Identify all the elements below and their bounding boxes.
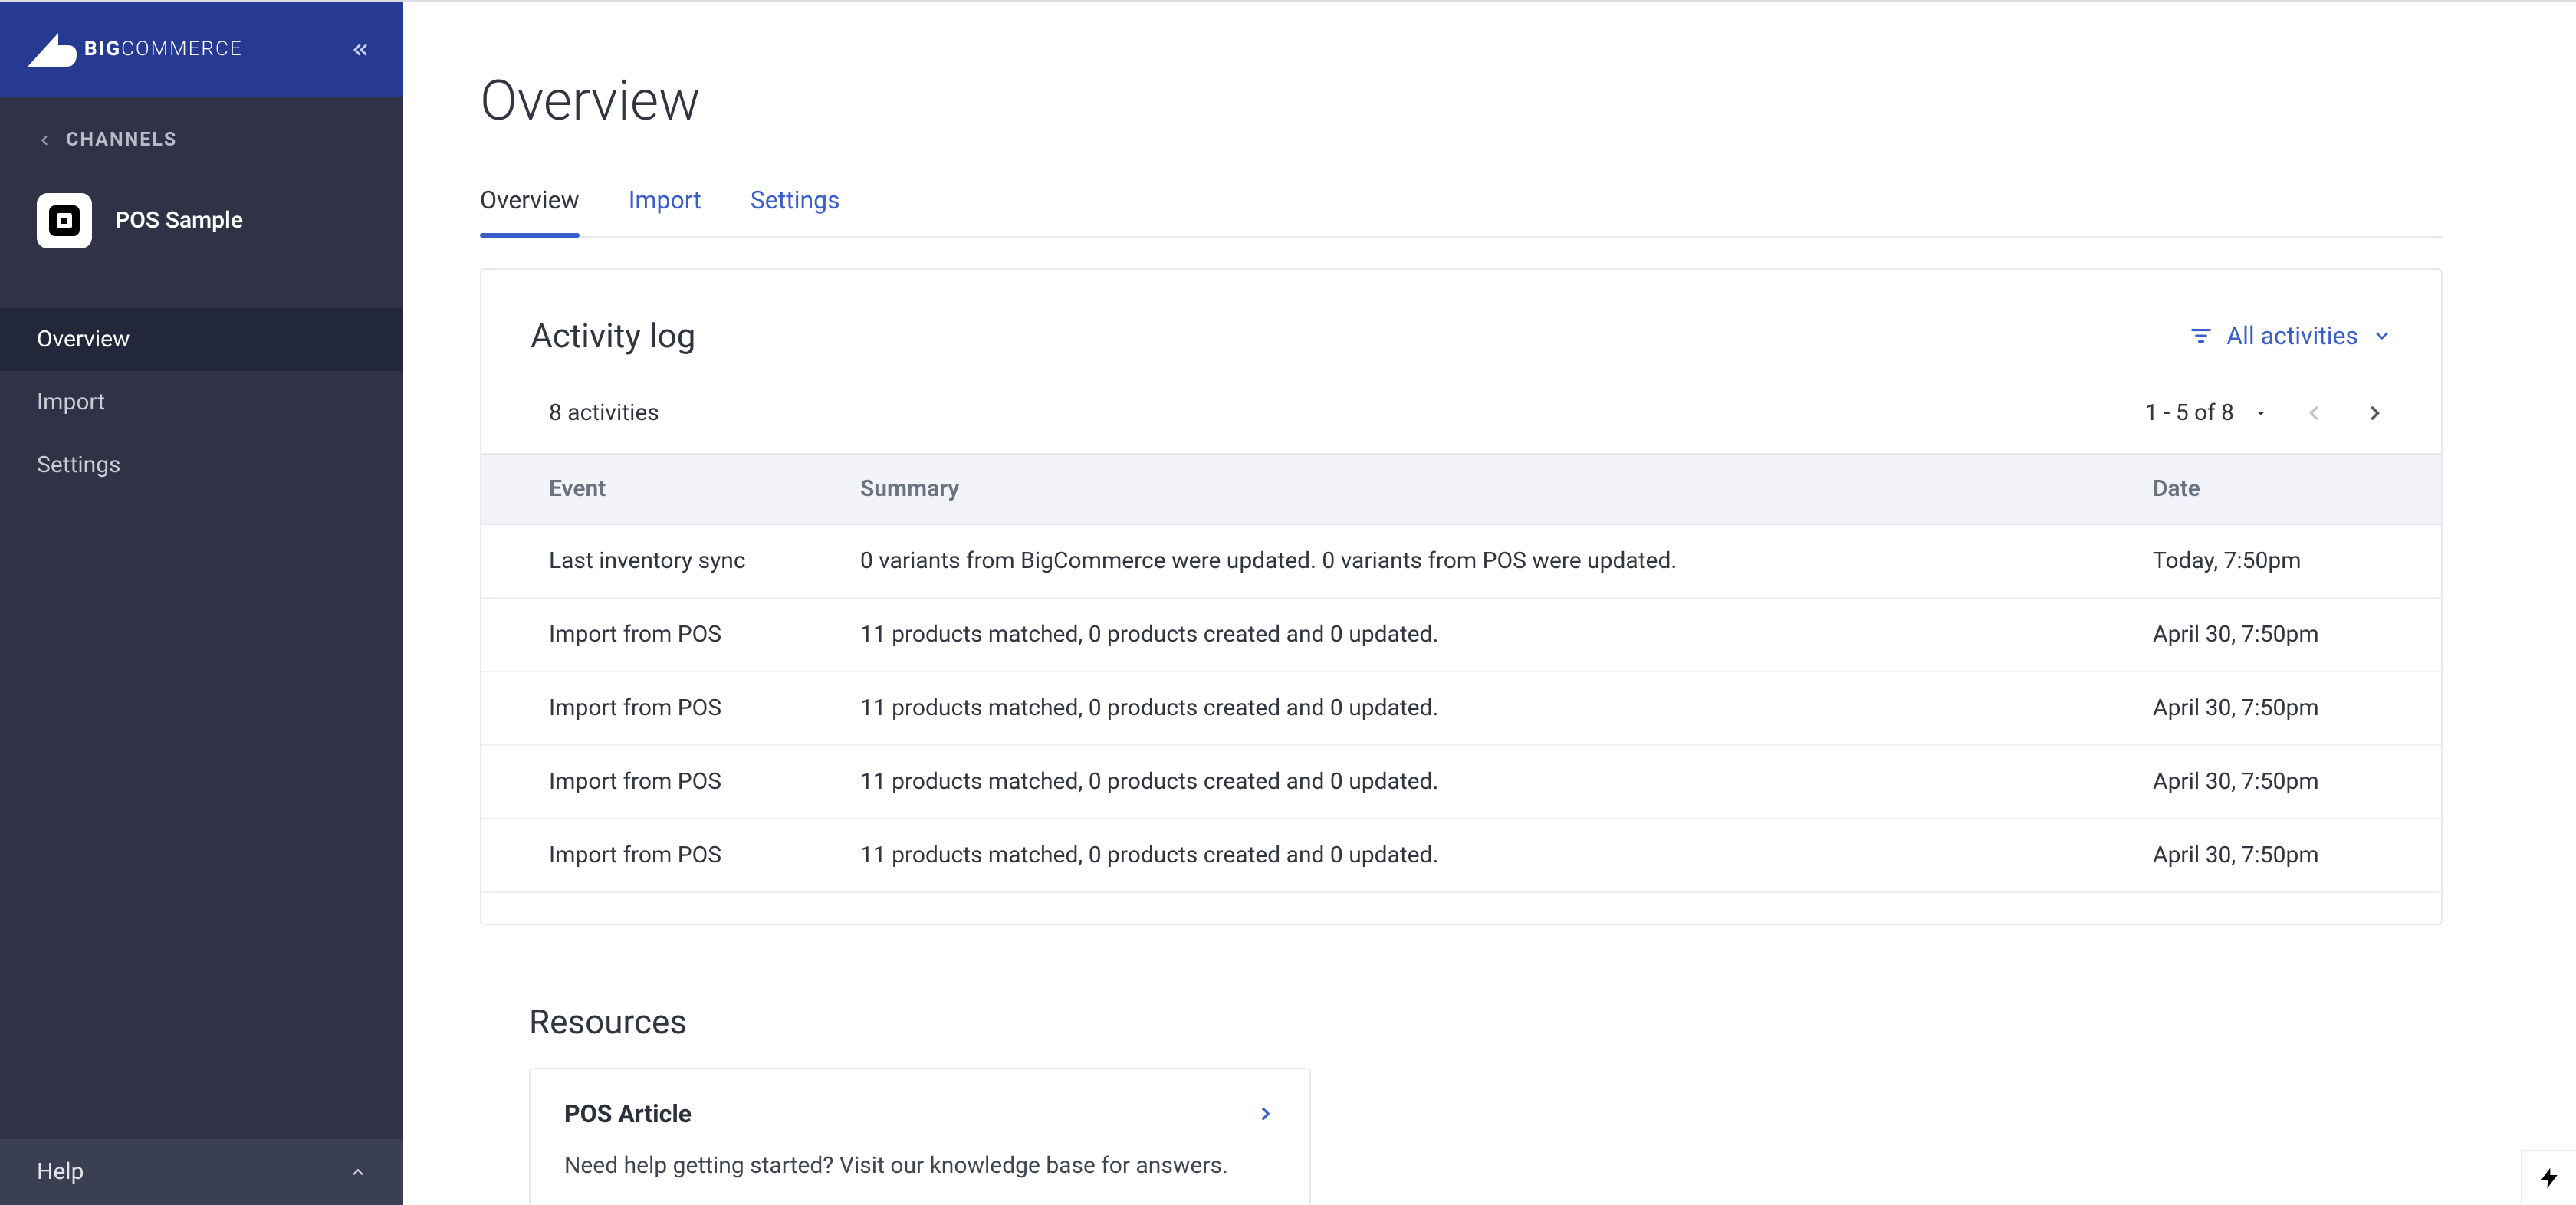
pager-range-label: 1 - 5 of 8 bbox=[2145, 397, 2234, 429]
channel-item-pos-sample[interactable]: POS Sample bbox=[0, 179, 403, 262]
tabs: Overview Import Settings bbox=[480, 183, 2443, 238]
cell-summary: 11 products matched, 0 products created … bbox=[842, 819, 2134, 892]
col-header-date: Date bbox=[2134, 454, 2441, 524]
channels-label: CHANNELS bbox=[66, 126, 177, 153]
cell-event: Import from POS bbox=[481, 598, 842, 671]
cell-event: Import from POS bbox=[481, 745, 842, 819]
table-row: Import from POS 11 products matched, 0 p… bbox=[481, 598, 2441, 671]
cell-date: April 30, 7:50pm bbox=[2134, 598, 2441, 671]
activity-filter-label: All activities bbox=[2226, 319, 2358, 353]
cell-date: Today, 7:50pm bbox=[2134, 524, 2441, 598]
activity-log-title: Activity log bbox=[531, 313, 695, 360]
tab-overview[interactable]: Overview bbox=[480, 183, 580, 236]
filter-icon bbox=[2190, 324, 2213, 347]
col-header-event: Event bbox=[481, 454, 842, 524]
page-title: Overview bbox=[480, 63, 2443, 140]
chevron-down-icon bbox=[2372, 326, 2392, 346]
activity-filter-button[interactable]: All activities bbox=[2190, 319, 2392, 353]
activity-count: 8 activities bbox=[549, 397, 659, 429]
help-label: Help bbox=[37, 1156, 84, 1188]
resource-card-pos-article[interactable]: POS Article Need help getting started? V… bbox=[529, 1068, 1311, 1205]
pager-prev-button[interactable] bbox=[2297, 396, 2331, 430]
resource-card-title: POS Article bbox=[564, 1097, 692, 1131]
table-row: Import from POS 11 products matched, 0 p… bbox=[481, 819, 2441, 892]
collapse-sidebar-button[interactable] bbox=[345, 34, 376, 65]
activity-table: Event Summary Date Last inventory sync 0… bbox=[481, 453, 2441, 893]
table-row: Import from POS 11 products matched, 0 p… bbox=[481, 745, 2441, 819]
activity-log-card: Activity log All activities 8 activities bbox=[480, 268, 2443, 926]
chevron-up-icon bbox=[350, 1164, 366, 1180]
chevron-right-icon bbox=[1256, 1104, 1276, 1124]
pager-range-select[interactable]: 1 - 5 of 8 bbox=[2145, 397, 2269, 429]
sidebar: BIGCOMMERCE CHANNELS bbox=[0, 2, 403, 1205]
breadcrumb-channels[interactable]: CHANNELS bbox=[0, 126, 403, 179]
main-content: Overview Overview Import Settings Activi… bbox=[403, 2, 2576, 1205]
lightning-badge[interactable] bbox=[2521, 1150, 2576, 1205]
cell-summary: 11 products matched, 0 products created … bbox=[842, 598, 2134, 671]
pager-next-button[interactable] bbox=[2358, 396, 2392, 430]
col-header-summary: Summary bbox=[842, 454, 2134, 524]
cell-event: Import from POS bbox=[481, 671, 842, 745]
bolt-icon bbox=[2537, 1166, 2561, 1190]
channel-name: POS Sample bbox=[115, 205, 243, 237]
chevron-left-icon bbox=[2303, 402, 2325, 424]
sidebar-body: CHANNELS POS Sample Overview Import Sett… bbox=[0, 97, 403, 515]
table-row: Last inventory sync 0 variants from BigC… bbox=[481, 524, 2441, 598]
tab-settings[interactable]: Settings bbox=[751, 183, 840, 236]
bigcommerce-mark-icon bbox=[28, 33, 77, 67]
cell-summary: 0 variants from BigCommerce were updated… bbox=[842, 524, 2134, 598]
chevron-right-icon bbox=[2364, 402, 2386, 424]
sidebar-nav-import[interactable]: Import bbox=[0, 371, 403, 434]
cell-date: April 30, 7:50pm bbox=[2134, 671, 2441, 745]
cell-event: Last inventory sync bbox=[481, 524, 842, 598]
sidebar-nav-settings[interactable]: Settings bbox=[0, 434, 403, 497]
cell-date: April 30, 7:50pm bbox=[2134, 819, 2441, 892]
cell-summary: 11 products matched, 0 products created … bbox=[842, 745, 2134, 819]
resources-section: Resources POS Article Need help getting … bbox=[480, 962, 2443, 1205]
caret-down-icon bbox=[2252, 405, 2269, 422]
square-pos-icon bbox=[37, 193, 92, 248]
sidebar-nav: Overview Import Settings bbox=[0, 308, 403, 497]
cell-summary: 11 products matched, 0 products created … bbox=[842, 671, 2134, 745]
sidebar-footer-help[interactable]: Help bbox=[0, 1139, 403, 1205]
resource-card-body: Need help getting started? Visit our kno… bbox=[564, 1150, 1276, 1182]
table-header-row: Event Summary Date bbox=[481, 454, 2441, 524]
chevron-left-icon bbox=[37, 133, 52, 148]
logo-text-light: COMMERCE bbox=[121, 38, 242, 61]
chevron-double-left-icon bbox=[350, 39, 371, 61]
sidebar-nav-overview[interactable]: Overview bbox=[0, 308, 403, 371]
sidebar-header: BIGCOMMERCE bbox=[0, 2, 403, 97]
pager: 1 - 5 of 8 bbox=[2145, 396, 2392, 430]
cell-date: April 30, 7:50pm bbox=[2134, 745, 2441, 819]
resources-section-title: Resources bbox=[480, 962, 2443, 1068]
tab-import[interactable]: Import bbox=[629, 183, 702, 236]
table-row: Import from POS 11 products matched, 0 p… bbox=[481, 671, 2441, 745]
cell-event: Import from POS bbox=[481, 819, 842, 892]
brand-logo: BIGCOMMERCE bbox=[28, 33, 243, 67]
logo-text-bold: BIG bbox=[84, 38, 121, 61]
